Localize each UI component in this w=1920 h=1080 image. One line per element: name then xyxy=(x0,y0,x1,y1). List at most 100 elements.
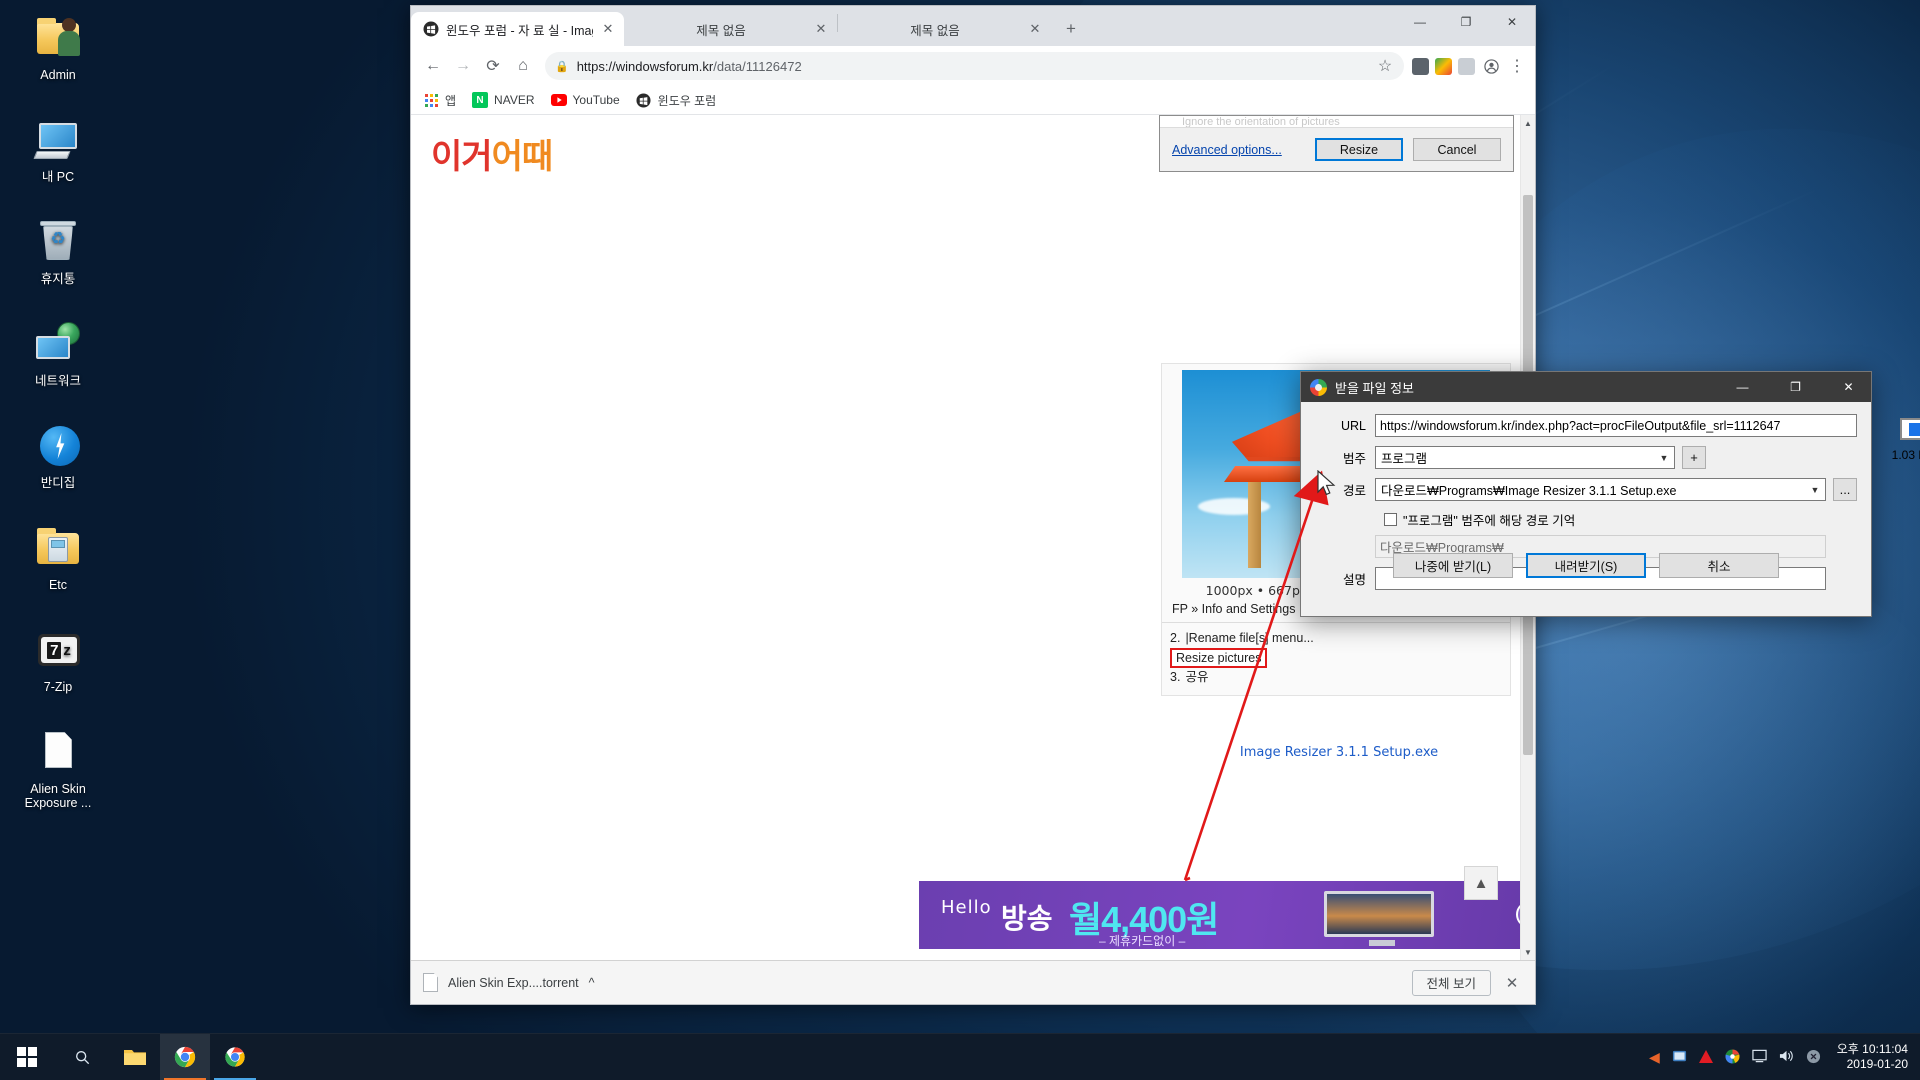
menu-item-label: 공유 xyxy=(1185,670,1209,684)
bookmarks-bar: 앱 N NAVER YouTube 윈도우 포럼 xyxy=(411,86,1535,115)
bookmark-naver[interactable]: N NAVER xyxy=(472,92,535,108)
close-button[interactable]: ✕ xyxy=(1489,6,1535,38)
remember-path-checkbox[interactable] xyxy=(1384,513,1397,526)
desktop[interactable]: Admin 내 PC 휴지통 네트워크 반디집 xyxy=(0,0,1920,1080)
maximize-button[interactable]: ❐ xyxy=(1443,6,1489,38)
desktop-icon-recycle-bin[interactable]: 휴지통 xyxy=(4,218,112,286)
extension-generic-icon[interactable] xyxy=(1458,57,1475,75)
back-icon[interactable]: ← xyxy=(419,52,447,80)
dialog-close-button[interactable]: ✕ xyxy=(1826,372,1871,402)
dialog-cancel-button[interactable]: 취소 xyxy=(1659,553,1779,578)
desktop-icon-7zip[interactable]: 7z 7-Zip xyxy=(4,626,112,694)
reload-icon[interactable]: ⟳ xyxy=(479,52,507,80)
display-icon[interactable] xyxy=(1752,1049,1767,1065)
windows-forum-favicon xyxy=(636,92,652,108)
scroll-up-arrow[interactable]: ▲ xyxy=(1521,115,1535,131)
volume-icon[interactable] xyxy=(1779,1049,1794,1065)
cancel-button[interactable]: Cancel xyxy=(1413,138,1501,161)
download-file-info-dialog[interactable]: 받을 파일 정보 — ❐ ✕ URL https://windowsforum.… xyxy=(1300,371,1920,617)
speaker-muted-icon[interactable]: ◀ xyxy=(1649,1050,1660,1064)
close-shelf-icon[interactable]: ✕ xyxy=(1501,974,1523,992)
taskbar-file-explorer[interactable] xyxy=(110,1034,160,1080)
download-file-link[interactable]: Image Resizer 3.1.1 Setup.exe xyxy=(1159,745,1519,760)
document-icon xyxy=(34,728,82,776)
download-later-button[interactable]: 나중에 받기(L) xyxy=(1393,553,1513,578)
scroll-down-arrow[interactable]: ▼ xyxy=(1521,944,1535,960)
new-tab-button[interactable]: + xyxy=(1057,15,1085,43)
start-button[interactable] xyxy=(0,1034,54,1080)
bookmark-youtube[interactable]: YouTube xyxy=(550,92,620,108)
home-icon[interactable]: ⌂ xyxy=(509,52,537,80)
bandizip-icon xyxy=(34,422,82,470)
window-controls: — ❐ ✕ xyxy=(1397,6,1535,38)
tab-close-icon[interactable]: ✕ xyxy=(1027,21,1043,37)
recycle-bin-icon xyxy=(34,218,82,266)
page-sidebar: 이거어때 xyxy=(411,115,661,960)
browser-tab-2[interactable]: 제목 없음 ✕ xyxy=(624,12,837,46)
url-row: URL https://windowsforum.kr/index.php?ac… xyxy=(1315,414,1857,437)
bookmark-label: 앱 xyxy=(445,93,457,108)
this-pc-icon xyxy=(33,116,82,164)
resize-dialog-cut-text: Ignore the orientation of pictures xyxy=(1160,116,1513,128)
browser-toolbar: ← → ⟳ ⌂ 🔒 https://windowsforum.kr/data/1… xyxy=(411,46,1535,86)
bookmark-windows-forum[interactable]: 윈도우 포럼 xyxy=(636,92,716,109)
bookmark-apps[interactable]: 앱 xyxy=(423,92,456,109)
taskbar[interactable]: ◀ 오후 10:11:04 2019-01-20 xyxy=(0,1033,1920,1080)
network-icon xyxy=(34,320,82,368)
minimize-button[interactable]: — xyxy=(1397,6,1443,38)
desktop-icon-label: 네트워크 xyxy=(34,374,81,388)
dialog-title-bar[interactable]: 받을 파일 정보 — ❐ ✕ xyxy=(1301,372,1871,402)
desktop-icon-bandizip[interactable]: 반디집 xyxy=(4,422,112,490)
menu-item: 2. |Rename file[s] menu... xyxy=(1170,629,1510,648)
dialog-title: 받을 파일 정보 xyxy=(1335,380,1414,396)
taskbar-search-button[interactable] xyxy=(54,1034,110,1080)
address-bar[interactable]: 🔒 https://windowsforum.kr/data/11126472 … xyxy=(545,52,1404,80)
close-tray-icon[interactable] xyxy=(1806,1049,1821,1066)
site-logo[interactable]: 이거어때 xyxy=(431,129,661,178)
desktop-icon-network[interactable]: 네트워크 xyxy=(4,320,112,388)
network-monitor-icon[interactable] xyxy=(1672,1049,1687,1066)
taskbar-chrome[interactable] xyxy=(160,1033,210,1080)
desktop-icon-this-pc[interactable]: 내 PC xyxy=(4,116,112,184)
file-type-icon xyxy=(1900,418,1920,440)
menu-icon[interactable]: ⋮ xyxy=(1507,52,1527,80)
profile-icon[interactable] xyxy=(1481,52,1501,80)
extension-idm-icon[interactable] xyxy=(1435,57,1452,75)
download-now-button[interactable]: 내려받기(S) xyxy=(1526,553,1646,578)
taskbar-clock[interactable]: 오후 10:11:04 2019-01-20 xyxy=(1829,1042,1920,1072)
page-footer-url xyxy=(919,936,1520,948)
browser-tab-3[interactable]: 제목 없음 ✕ xyxy=(838,12,1051,46)
tab-close-icon[interactable]: ✕ xyxy=(813,21,829,37)
path-select[interactable]: 다운로드₩Programs₩Image Resizer 3.1.1 Setup.… xyxy=(1375,478,1826,501)
clock-date: 2019-01-20 xyxy=(1846,1057,1908,1071)
dialog-minimize-button[interactable]: — xyxy=(1720,372,1765,402)
browser-tab-1[interactable]: 윈도우 포럼 - 자 료 실 - Image ✕ xyxy=(411,12,624,46)
desktop-icon-admin[interactable]: Admin xyxy=(4,14,112,82)
advanced-options-link[interactable]: Advanced options... xyxy=(1172,143,1282,157)
extension-shield-icon[interactable] xyxy=(1412,57,1429,75)
scroll-to-top-button[interactable]: ▲ xyxy=(1464,866,1498,900)
desktop-icon-alien-skin[interactable]: Alien Skin Exposure ... xyxy=(4,728,112,810)
forward-icon[interactable]: → xyxy=(449,52,477,80)
add-category-button[interactable]: + xyxy=(1682,446,1706,469)
tab-close-icon[interactable]: ✕ xyxy=(600,21,616,37)
taskbar-active-window[interactable] xyxy=(210,1034,260,1080)
desktop-icon-etc[interactable]: Etc xyxy=(4,524,112,592)
url-label: URL xyxy=(1340,418,1366,433)
url-input[interactable]: https://windowsforum.kr/index.php?act=pr… xyxy=(1375,414,1857,437)
idm-icon[interactable] xyxy=(1725,1048,1740,1066)
show-all-downloads-button[interactable]: 전체 보기 xyxy=(1411,969,1491,996)
user-folder-icon xyxy=(34,14,82,62)
browse-button[interactable]: ... xyxy=(1833,478,1857,501)
category-row: 범주 프로그램 ▼ + xyxy=(1315,446,1857,469)
remember-path-row[interactable]: "프로그램" 범주에 해당 경로 기억 xyxy=(1384,510,1857,529)
bookmark-star-icon[interactable]: ☆ xyxy=(1376,52,1394,80)
resize-button[interactable]: Resize xyxy=(1315,138,1403,161)
menu-item: 3. 공유 xyxy=(1170,668,1510,687)
category-select[interactable]: 프로그램 ▼ xyxy=(1375,446,1675,469)
chevron-up-icon[interactable]: ^ xyxy=(589,976,595,990)
download-shelf-item[interactable]: Alien Skin Exp....torrent ^ xyxy=(423,973,595,992)
dialog-maximize-button[interactable]: ❐ xyxy=(1773,372,1818,402)
path-value: 다운로드₩Programs₩Image Resizer 3.1.1 Setup.… xyxy=(1381,484,1677,498)
ahnlab-icon[interactable] xyxy=(1698,1049,1713,1065)
